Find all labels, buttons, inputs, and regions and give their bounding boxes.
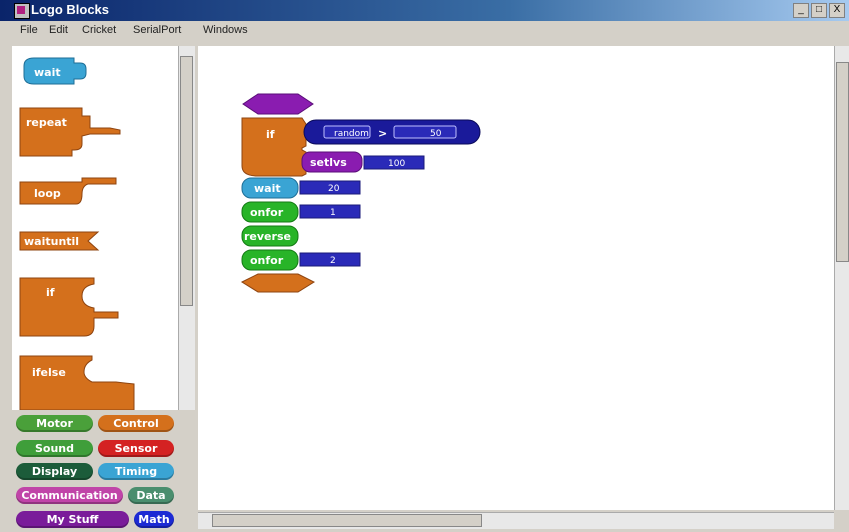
menu-file[interactable]: File [20, 24, 38, 36]
palette-scrollbar[interactable] [178, 46, 195, 410]
wait-block[interactable]: wait 20 [241, 177, 361, 199]
palette-scrollbar-thumb[interactable] [180, 56, 193, 306]
palette-block-waituntil[interactable]: waituntil [19, 231, 100, 251]
reverse-label: reverse [244, 230, 291, 243]
if-block[interactable]: if [241, 117, 307, 177]
if-label: if [266, 128, 275, 141]
setlvs-block[interactable]: setlvs 100 [301, 151, 425, 173]
condition-expression[interactable]: random > 50 [303, 119, 481, 145]
app-icon [14, 3, 30, 19]
palette-block-label: loop [34, 187, 61, 200]
menu-cricket[interactable]: Cricket [82, 24, 116, 36]
menu-serialport[interactable]: SerialPort [133, 24, 181, 36]
start-block[interactable] [242, 93, 314, 115]
canvas-hscroll-thumb[interactable] [212, 514, 482, 527]
canvas-vscroll-thumb[interactable] [836, 62, 849, 262]
wait-value: 20 [328, 184, 340, 194]
onfor-label: onfor [250, 254, 284, 267]
end-block[interactable] [240, 273, 316, 293]
category-motor[interactable]: Motor [16, 415, 93, 432]
palette-block-label: ifelse [32, 366, 66, 379]
menu-edit[interactable]: Edit [49, 24, 68, 36]
category-sensor[interactable]: Sensor [98, 440, 174, 457]
category-data[interactable]: Data [128, 487, 174, 504]
onfor-block[interactable]: onfor 1 [241, 201, 361, 223]
palette-block-label: waituntil [24, 235, 79, 248]
category-timing[interactable]: Timing [98, 463, 174, 480]
wait-label: wait [254, 182, 281, 195]
onfor-label: onfor [250, 206, 284, 219]
onfor-value: 2 [330, 256, 336, 266]
category-math[interactable]: Math [134, 511, 174, 528]
palette-block-wait[interactable]: wait [23, 57, 87, 85]
menu-windows[interactable]: Windows [203, 24, 248, 36]
category-control[interactable]: Control [98, 415, 174, 432]
onfor-value: 1 [330, 208, 336, 218]
category-communication[interactable]: Communication [16, 487, 123, 504]
reverse-block[interactable]: reverse [241, 225, 299, 247]
condition-left: random [334, 129, 369, 139]
palette-block-repeat[interactable]: repeat [19, 107, 121, 157]
setlvs-value: 100 [388, 159, 405, 169]
canvas-horizontal-scrollbar[interactable] [198, 512, 834, 529]
palette-block-label: if [46, 286, 55, 299]
onfor-block[interactable]: onfor 2 [241, 249, 361, 271]
menu-bar: File Edit Cricket SerialPort Windows [0, 21, 849, 40]
title-bar: Logo Blocks _ □ X [0, 0, 849, 21]
condition-right: 50 [430, 129, 442, 139]
palette-block-ifelse[interactable]: ifelse [19, 355, 135, 410]
program-canvas[interactable]: if random > 50 setlvs 100 wait 20 onfor … [198, 46, 834, 510]
palette-block-label: wait [34, 66, 61, 79]
close-button[interactable]: X [829, 3, 845, 18]
category-display[interactable]: Display [16, 463, 93, 480]
canvas-vertical-scrollbar[interactable] [834, 46, 849, 510]
minimize-button[interactable]: _ [793, 3, 809, 18]
block-palette: wait repeat loop waituntil if ifelse [12, 46, 178, 410]
window-title: Logo Blocks [31, 2, 110, 17]
category-sound[interactable]: Sound [16, 440, 93, 457]
condition-operator: > [378, 127, 387, 140]
palette-block-loop[interactable]: loop [19, 177, 117, 205]
value-arg[interactable] [393, 125, 457, 139]
category-my-stuff[interactable]: My Stuff [16, 511, 129, 528]
maximize-button[interactable]: □ [811, 3, 827, 18]
palette-block-if[interactable]: if [19, 277, 119, 337]
setlvs-label: setlvs [310, 156, 347, 169]
palette-block-label: repeat [26, 116, 67, 129]
